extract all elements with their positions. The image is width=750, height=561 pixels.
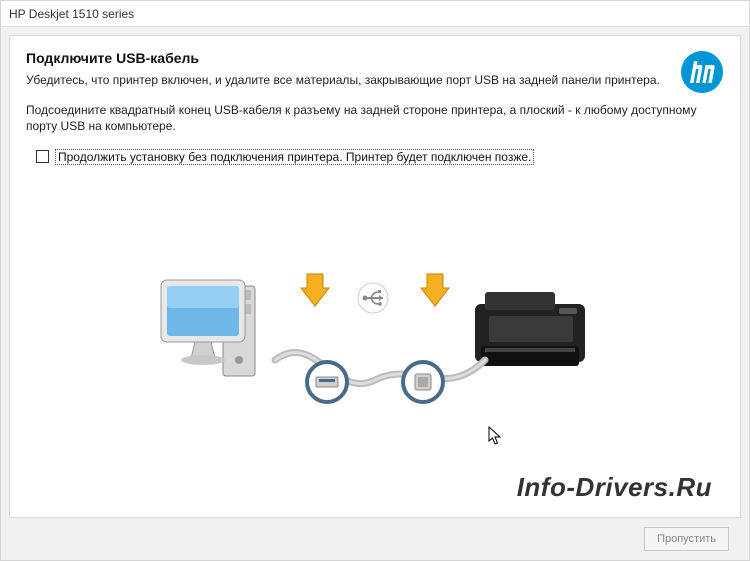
usb-connection-diagram-icon bbox=[155, 260, 595, 430]
usb-icon bbox=[358, 283, 388, 313]
usb-plug-flat-icon bbox=[307, 362, 347, 402]
header-text: Подключите USB-кабель Убедитесь, что при… bbox=[26, 50, 680, 102]
header-row: Подключите USB-кабель Убедитесь, что при… bbox=[26, 50, 724, 102]
titlebar: HP Deskjet 1510 series bbox=[1, 1, 749, 27]
page-subheading: Убедитесь, что принтер включен, и удалит… bbox=[26, 72, 670, 88]
usb-plug-square-icon bbox=[403, 362, 443, 402]
content-panel: Подключите USB-кабель Убедитесь, что при… bbox=[9, 35, 741, 518]
printer-icon bbox=[475, 292, 585, 366]
instruction-text: Подсоедините квадратный конец USB-кабеля… bbox=[26, 102, 724, 134]
arrow-down-icon bbox=[421, 274, 449, 306]
content-outer: Подключите USB-кабель Убедитесь, что при… bbox=[1, 27, 749, 560]
arrow-down-icon bbox=[301, 274, 329, 306]
skip-button[interactable]: Пропустить bbox=[644, 527, 729, 551]
installer-window: HP Deskjet 1510 series Подключите USB-ка… bbox=[0, 0, 750, 561]
skip-printer-checkbox-label: Продолжить установку без подключения при… bbox=[55, 149, 534, 165]
hp-logo-icon bbox=[680, 50, 724, 94]
skip-printer-checkbox[interactable] bbox=[36, 150, 49, 163]
watermark-text: Info-Drivers.Ru bbox=[517, 472, 712, 503]
skip-printer-checkbox-row[interactable]: Продолжить установку без подключения при… bbox=[36, 149, 724, 165]
page-heading: Подключите USB-кабель bbox=[26, 50, 670, 66]
connection-illustration: Info-Drivers.Ru bbox=[26, 181, 724, 509]
footer-bar: Пропустить bbox=[9, 518, 741, 560]
cursor-icon bbox=[488, 426, 504, 451]
window-title: HP Deskjet 1510 series bbox=[9, 7, 134, 21]
